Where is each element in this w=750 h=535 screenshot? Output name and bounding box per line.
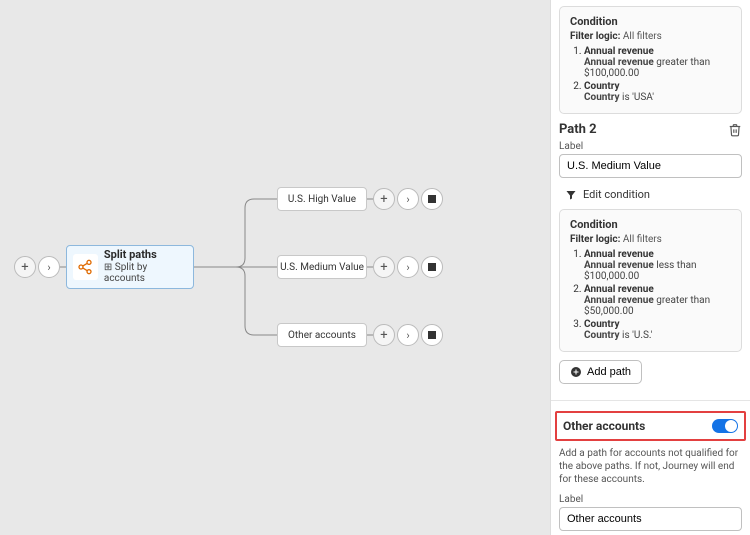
add-step-button[interactable]: + [373, 256, 395, 278]
end-node[interactable] [421, 188, 443, 210]
condition-item: Annual revenueAnnual revenue greater tha… [584, 46, 731, 79]
add-step-button[interactable]: + [373, 324, 395, 346]
stop-icon [428, 195, 436, 203]
add-step-button[interactable]: + [373, 188, 395, 210]
condition-list: Annual revenueAnnual revenue greater tha… [570, 46, 731, 103]
condition-item: CountryCountry is 'U.S.' [584, 319, 731, 341]
label-caption: Label [559, 141, 742, 152]
step-chevron[interactable]: › [397, 324, 419, 346]
journey-canvas[interactable]: + › Split paths ⊞ Split by accounts U.S.… [0, 0, 550, 535]
chevron-right-icon: › [406, 329, 409, 342]
plus-icon: + [21, 260, 28, 275]
step-chevron[interactable]: › [397, 188, 419, 210]
entry-chevron[interactable]: › [38, 256, 60, 278]
condition-title: Condition [570, 15, 731, 28]
end-node[interactable] [421, 256, 443, 278]
other-accounts-label-input[interactable] [559, 507, 742, 531]
filter-logic: Filter logic: All filters [570, 234, 731, 245]
path-2-trail: + › [373, 256, 443, 278]
path-1-trail: + › [373, 188, 443, 210]
add-before-button[interactable]: + [14, 256, 36, 278]
canvas-entry: + › [14, 256, 60, 278]
path2-label-input[interactable] [559, 154, 742, 178]
path2-header: Path 2 [559, 122, 742, 137]
condition-item: CountryCountry is 'USA' [584, 81, 731, 103]
path-node-1[interactable]: U.S. High Value [277, 187, 367, 211]
edit-condition-button[interactable]: Edit condition [559, 184, 742, 209]
chevron-right-icon: › [406, 193, 409, 206]
path2-title: Path 2 [559, 122, 597, 137]
condition-title: Condition [570, 218, 731, 231]
filter-logic: Filter logic: All filters [570, 31, 731, 42]
path-node-3[interactable]: Other accounts [277, 323, 367, 347]
plus-icon: + [380, 260, 387, 275]
path-3-trail: + › [373, 324, 443, 346]
stop-icon [428, 263, 436, 271]
condition-item: Annual revenueAnnual revenue less than $… [584, 249, 731, 282]
filter-icon [565, 189, 577, 201]
split-node-subtitle: ⊞ Split by accounts [104, 262, 187, 285]
trash-icon[interactable] [728, 123, 742, 137]
other-accounts-section: Other accounts [555, 411, 746, 441]
share-icon [73, 254, 98, 280]
plus-icon: + [380, 192, 387, 207]
properties-panel: Condition Filter logic: All filters Annu… [550, 0, 750, 535]
path-node-2[interactable]: U.S. Medium Value [277, 255, 367, 279]
label-caption: Label [559, 494, 742, 505]
plus-circle-icon [570, 366, 582, 378]
path1-condition-box: Condition Filter logic: All filters Annu… [559, 6, 742, 114]
condition-list: Annual revenueAnnual revenue less than $… [570, 249, 731, 341]
chevron-right-icon: › [47, 261, 50, 274]
other-accounts-title: Other accounts [563, 419, 645, 433]
end-node[interactable] [421, 324, 443, 346]
stop-icon [428, 331, 436, 339]
divider [551, 400, 750, 401]
step-chevron[interactable]: › [397, 256, 419, 278]
other-accounts-helper: Add a path for accounts not qualified fo… [559, 447, 742, 486]
path2-condition-box: Condition Filter logic: All filters Annu… [559, 209, 742, 352]
add-path-button[interactable]: Add path [559, 360, 642, 384]
chevron-right-icon: › [406, 261, 409, 274]
plus-icon: + [380, 328, 387, 343]
other-accounts-toggle[interactable] [712, 419, 738, 433]
split-node-title: Split paths [104, 249, 187, 262]
condition-item: Annual revenueAnnual revenue greater tha… [584, 284, 731, 317]
split-paths-node[interactable]: Split paths ⊞ Split by accounts [66, 245, 194, 289]
